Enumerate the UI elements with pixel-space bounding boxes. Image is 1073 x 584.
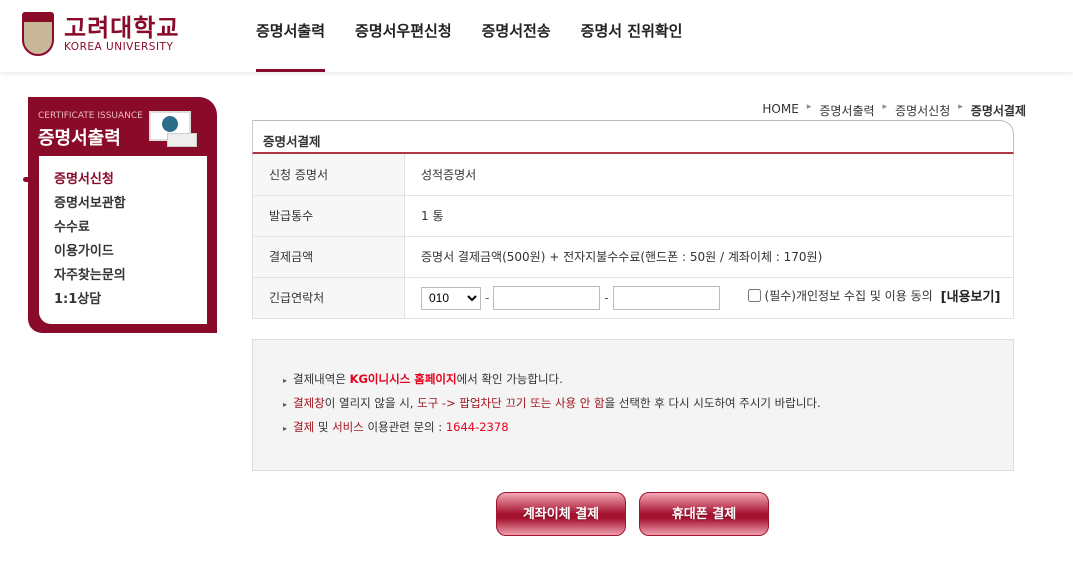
mobile-pay-button[interactable]: 휴대폰 결제: [639, 492, 769, 536]
nav-certificate-verify[interactable]: 증명서 진위확인: [581, 20, 683, 72]
table-row: 긴급연락처 010- - (필수)개인정보 수집 및 이용 동의 [내용보기]: [252, 277, 1014, 319]
row-value: 1 통: [404, 195, 1014, 237]
printer-icon: [167, 133, 197, 147]
nav-certificate-mail[interactable]: 증명서우편신청: [355, 20, 452, 72]
breadcrumb-current: 증명서결제: [970, 104, 1026, 118]
breadcrumb: HOME ▸ 증명서출력 ▸ 증명서신청 ▸ 증명서결제: [762, 102, 1026, 119]
contact-cell: 010- - (필수)개인정보 수집 및 이용 동의 [내용보기]: [404, 277, 1014, 319]
dash: -: [485, 291, 490, 305]
notice-text: 결제: [293, 420, 315, 434]
chevron-right-icon: ▸: [283, 400, 288, 409]
sidebar-subtitle: CERTIFICATE ISSUANCE: [38, 111, 143, 121]
notice-text: 에서 확인 가능합니다.: [456, 372, 563, 386]
chevron-right-icon: ▸: [958, 102, 963, 112]
sidebar-item-fees[interactable]: 수수료: [39, 218, 207, 242]
logo-english: KOREA UNIVERSITY: [64, 41, 174, 53]
notice-text: 결제창: [293, 396, 325, 410]
sidebar-item-apply[interactable]: 증명서신청: [23, 170, 207, 194]
table-row: 결제금액 증명서 결제금액(500원) + 전자지불수수료(핸드폰 : 50원 /…: [252, 236, 1014, 278]
sidebar-item-consult[interactable]: 1:1상담: [39, 290, 207, 314]
notice-text: 도구 -> 팝업차단 끄기 또는 사용 안 함: [417, 396, 605, 410]
notice-box: ▸ 결제내역은 KG이니시스 홈페이지에서 확인 가능합니다. ▸ 결제창이 열리지…: [252, 339, 1014, 471]
payment-table: 신청 증명서 성적증명서 발급통수 1 통 결제금액 증명서 결제금액(500원) +…: [252, 154, 1014, 319]
row-label: 결제금액: [252, 236, 405, 278]
nav-certificate-send[interactable]: 증명서전송: [482, 20, 551, 72]
dash: -: [604, 291, 609, 305]
sidebar-title: 증명서출력: [38, 128, 121, 149]
notice-text: 결제내역은: [293, 372, 350, 386]
sidebar-menu: 증명서신청 증명서보관함 수수료 이용가이드 자주찾는문의 1:1상담: [23, 156, 207, 324]
nav-certificate-print[interactable]: 증명서출력: [256, 20, 326, 72]
row-label: 긴급연락처: [252, 277, 405, 319]
logo-korean: 고려대학교: [64, 14, 180, 42]
inicis-link[interactable]: KG이니시스 홈페이지: [350, 372, 457, 386]
header: 고려대학교 KOREA UNIVERSITY 증명서출력 증명서우편신청 증명서…: [0, 0, 1073, 72]
notice-text: 이 열리지 않을 시,: [324, 396, 418, 410]
notice-line: ▸ 결제내역은 KG이니시스 홈페이지에서 확인 가능합니다.: [283, 370, 1013, 394]
university-seal-icon: [22, 12, 54, 56]
chevron-right-icon: ▸: [806, 102, 812, 112]
row-value: 성적증명서: [404, 154, 1014, 196]
sidebar-item-storage[interactable]: 증명서보관함: [39, 194, 207, 218]
table-row: 발급통수 1 통: [252, 195, 1014, 237]
table-row: 신청 증명서 성적증명서: [252, 154, 1014, 196]
phone-number: 1644-2378: [445, 420, 509, 434]
sidebar-item-guide[interactable]: 이용가이드: [39, 242, 207, 266]
breadcrumb-print[interactable]: 증명서출력: [819, 102, 874, 119]
breadcrumb-home[interactable]: HOME: [762, 102, 798, 119]
privacy-agree-checkbox[interactable]: [747, 289, 761, 302]
phone-prefix-select[interactable]: 010: [421, 286, 481, 310]
bank-transfer-pay-button[interactable]: 계좌이체 결제: [496, 492, 626, 536]
chevron-right-icon: ▸: [283, 424, 288, 433]
phone-middle-input[interactable]: [493, 285, 601, 310]
row-label: 발급통수: [252, 195, 405, 237]
notice-text: 이용관련 문의 :: [363, 420, 446, 434]
row-value: 증명서 결제금액(500원) + 전자지불수수료(핸드폰 : 50원 / 계좌이…: [404, 236, 1014, 278]
chevron-right-icon: ▸: [283, 376, 288, 385]
section-title: 증명서결제: [252, 120, 1014, 154]
notice-line: ▸ 결제창이 열리지 않을 시, 도구 -> 팝업차단 끄기 또는 사용 안 함을…: [283, 394, 1013, 418]
privacy-agree-label[interactable]: (필수)개인정보 수집 및 이용 동의: [765, 287, 933, 304]
sidebar-item-faq[interactable]: 자주찾는문의: [39, 266, 207, 290]
view-terms-link[interactable]: [내용보기]: [941, 286, 1001, 305]
breadcrumb-apply[interactable]: 증명서신청: [895, 102, 950, 119]
main-nav: 증명서출력 증명서우편신청 증명서전송 증명서 진위확인: [256, 20, 712, 72]
sidebar: CERTIFICATE ISSUANCE 증명서출력 증명서신청 증명서보관함 …: [23, 97, 217, 333]
university-logo[interactable]: 고려대학교 KOREA UNIVERSITY: [22, 12, 179, 56]
notice-text: 서비스: [332, 420, 364, 434]
chevron-right-icon: ▸: [882, 102, 888, 112]
notice-text: 및: [314, 420, 333, 434]
notice-line: ▸ 결제 및 서비스 이용관련 문의 : 1644-2378: [283, 418, 1013, 442]
phone-last-input[interactable]: [612, 285, 720, 310]
notice-text: 을 선택한 후 다시 시도하여 주시기 바랍니다.: [604, 396, 821, 410]
row-label: 신청 증명서: [252, 154, 405, 196]
